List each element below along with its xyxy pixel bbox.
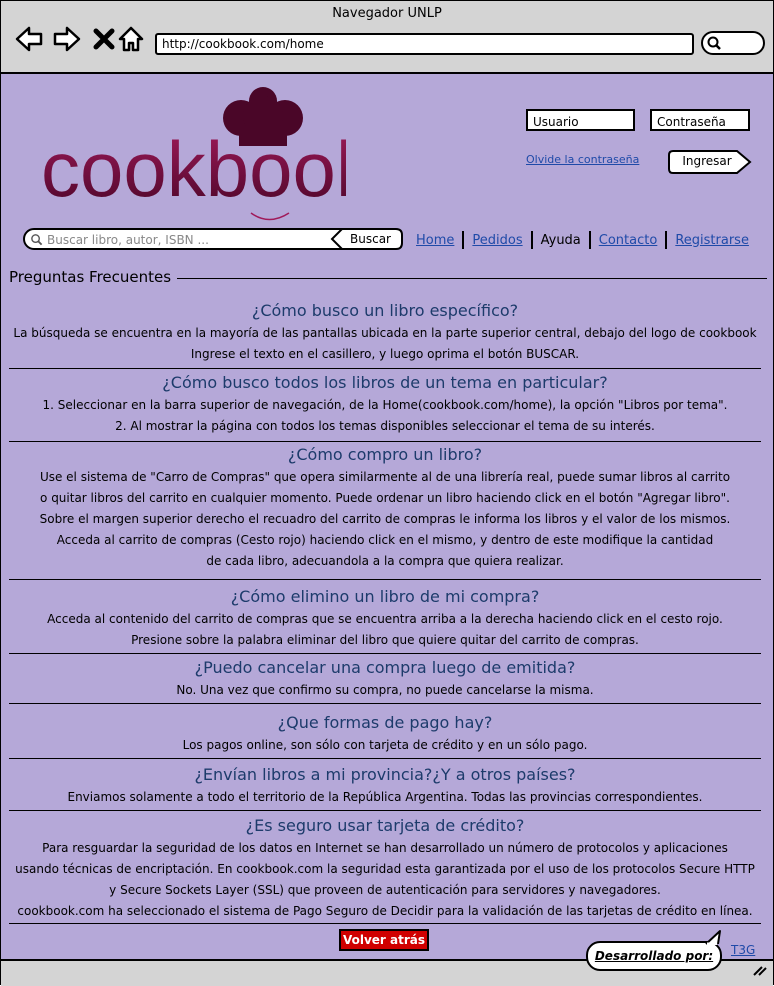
faq-answer-line: de cada libro, adecuandola a la compra q…: [206, 554, 564, 568]
faq-answer-line: Acceda al contenido del carrito de compr…: [47, 612, 723, 626]
search-input[interactable]: [45, 231, 329, 249]
browser-window: Navegador UNLP http://cookbook.com/home: [0, 0, 774, 986]
nav-help-current[interactable]: Ayuda: [541, 233, 581, 248]
logo-wordmark: cookbook: [41, 125, 346, 213]
nav-divider: [530, 231, 533, 249]
magnifier-icon: [707, 36, 721, 50]
cookbook-logo: cookbook: [41, 87, 346, 221]
faq-question: ¿Envían libros a mi provincia?¿Y a otros…: [194, 765, 576, 784]
callout-tail: [705, 930, 721, 945]
faq-item: ¿Es seguro usar tarjeta de crédito? Para…: [9, 814, 761, 922]
window-title: Navegador UNLP: [332, 6, 442, 21]
faq-answer-line: cookbook.com ha seleccionado el sistema …: [17, 904, 753, 918]
faq-answer-line: Para resguardar la seguridad de los dato…: [42, 841, 728, 855]
faq-divider: [9, 441, 761, 442]
login-button-label: Ingresar: [682, 154, 732, 168]
faq-question: ¿Cómo elimino un libro de mi compra?: [230, 587, 540, 606]
browser-toolbar: Navegador UNLP http://cookbook.com/home: [1, 1, 773, 74]
resize-grip-icon[interactable]: [751, 963, 767, 977]
faq-answer-line: La búsqueda se encuentra en la mayoría d…: [13, 326, 757, 340]
faq-divider: [9, 810, 761, 811]
faq-item: ¿Cómo busco todos los libros de un tema …: [9, 371, 761, 437]
url-field[interactable]: http://cookbook.com/home: [155, 33, 694, 55]
faq-item: ¿Puedo cancelar una compra luego de emit…: [9, 656, 761, 701]
faq-answer-line: Use el sistema de "Carro de Compras" que…: [39, 470, 731, 484]
faq-heading-rule: [171, 278, 767, 279]
faq-answer-line: Los pagos online, son sólo con tarjeta d…: [182, 738, 588, 752]
faq-item: ¿Que formas de pago hay? Los pagos onlin…: [9, 711, 761, 756]
faq-answer-line: Acceda al carrito de compras (Cesto rojo…: [56, 533, 714, 547]
nav-divider: [588, 231, 591, 249]
browser-search-field[interactable]: [701, 31, 765, 55]
nav-contact-link[interactable]: Contacto: [599, 233, 658, 248]
nav-home-link[interactable]: Home: [416, 233, 454, 248]
faq-divider: [9, 758, 761, 759]
username-field[interactable]: Usuario: [526, 109, 635, 131]
stop-icon[interactable]: [91, 25, 119, 53]
nav-orders-link[interactable]: Pedidos: [472, 233, 522, 248]
main-nav: Home Pedidos Ayuda Contacto Registrarse: [416, 229, 749, 251]
faq-divider: [9, 579, 761, 580]
search-button[interactable]: Buscar: [330, 228, 403, 250]
faq-divider: [9, 923, 761, 924]
faq-heading: Preguntas Frecuentes: [9, 268, 178, 286]
faq-answer-line: No. Una vez que confirmo su compra, no p…: [176, 683, 594, 697]
faq-answer-line: 1. Seleccionar en la barra superior de n…: [42, 398, 728, 412]
faq-answer-line: y Secure Sockets Layer (SSL) que proveen…: [109, 883, 661, 897]
faq-answer-line: 2. Al mostrar la página con todos los te…: [115, 419, 655, 433]
faq-answer-line: Presione sobre la palabra eliminar del l…: [131, 633, 639, 647]
faq-item: ¿Cómo elimino un libro de mi compra? Acc…: [9, 585, 761, 651]
faq-question: ¿Cómo busco un libro específico?: [251, 301, 519, 320]
nav-register-link[interactable]: Registrarse: [675, 233, 749, 248]
password-field[interactable]: Contraseña: [650, 109, 750, 131]
faq-item: ¿Cómo compro un libro? Use el sistema de…: [9, 443, 761, 572]
faq-item: ¿Cómo busco un libro específico? La búsq…: [9, 299, 761, 365]
faq-divider: [9, 653, 761, 654]
faq-answer-line: usando técnicas de encriptación. En cook…: [15, 862, 755, 876]
faq-divider: [9, 368, 761, 369]
book-search: Buscar: [23, 228, 403, 250]
back-button[interactable]: Volver atrás: [339, 929, 429, 951]
faq-question: ¿Es seguro usar tarjeta de crédito?: [245, 816, 525, 835]
forward-arrow-icon[interactable]: [53, 25, 81, 53]
faq-divider: [9, 703, 761, 704]
faq-question: ¿Cómo busco todos los libros de un tema …: [162, 373, 608, 392]
search-icon: [31, 234, 43, 246]
forgot-password-link[interactable]: Olvide la contraseña: [526, 153, 639, 166]
back-arrow-icon[interactable]: [15, 25, 43, 53]
faq-question: ¿Puedo cancelar una compra luego de emit…: [194, 658, 576, 677]
faq-answer-line: o quitar libros del carrito en cualquier…: [40, 491, 730, 505]
developed-by-callout: Desarrollado por:: [586, 941, 722, 971]
home-icon[interactable]: [117, 25, 145, 53]
faq-item: ¿Envían libros a mi provincia?¿Y a otros…: [9, 763, 761, 808]
login-button[interactable]: Ingresar: [667, 149, 753, 175]
faq-answer-line: Sobre el margen superior derecho el recu…: [39, 512, 731, 526]
team-link[interactable]: T3G: [731, 943, 755, 957]
faq-question: ¿Cómo compro un libro?: [287, 445, 483, 464]
faq-question: ¿Que formas de pago hay?: [277, 713, 493, 732]
faq-answer-line: Enviamos solamente a todo el territorio …: [67, 790, 703, 804]
faq-answer-line: Ingrese el texto en el casillero, y lueg…: [190, 347, 580, 361]
search-button-label: Buscar: [350, 232, 391, 246]
nav-divider: [462, 231, 465, 249]
nav-divider: [665, 231, 668, 249]
